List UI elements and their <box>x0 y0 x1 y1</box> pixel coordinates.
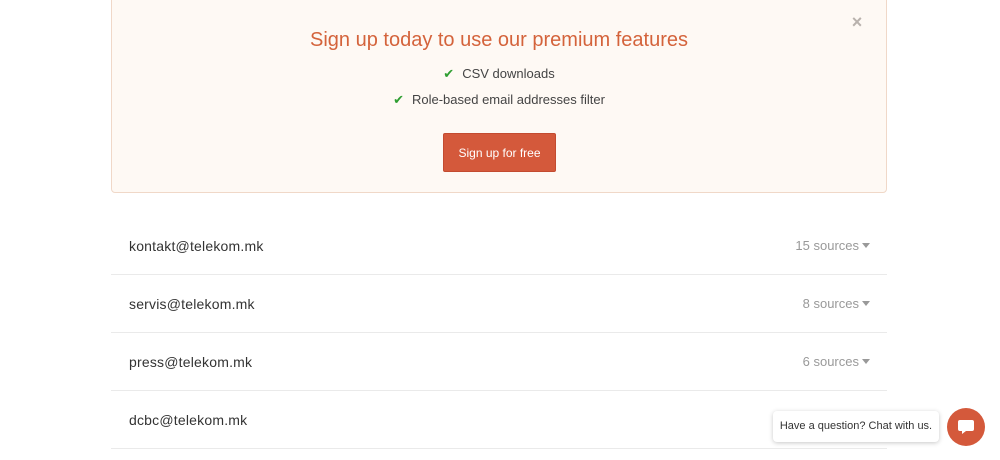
feature-label: CSV downloads <box>462 66 555 81</box>
caret-down-icon <box>862 301 870 306</box>
email-row: kontakt@telekom.mk 15 sources <box>111 217 887 275</box>
feature-label: Role-based email addresses filter <box>411 92 605 107</box>
feature-item: ✔ Role-based email addresses filter <box>112 91 886 117</box>
close-icon[interactable]: × <box>850 13 864 31</box>
chat-button[interactable] <box>947 408 985 446</box>
caret-down-icon <box>862 243 870 248</box>
sources-count: 8 sources <box>802 296 859 311</box>
email-row: dcbc@telekom.mk <box>111 391 887 449</box>
sources-toggle[interactable]: 6 sources <box>803 354 870 369</box>
sources-toggle[interactable]: 8 sources <box>803 296 870 311</box>
sources-count: 6 sources <box>802 354 859 369</box>
email-address: press@telekom.mk <box>129 353 253 370</box>
promo-title: Sign up today to use our premium feature… <box>310 29 688 51</box>
email-address: servis@telekom.mk <box>129 295 255 312</box>
email-address: kontakt@telekom.mk <box>129 237 264 254</box>
email-list: kontakt@telekom.mk 15 sources servis@tel… <box>111 217 887 449</box>
sources-count: 15 sources <box>795 238 859 253</box>
chat-prompt-bubble[interactable]: Have a question? Chat with us. <box>773 411 939 442</box>
feature-item: ✔ CSV downloads <box>112 65 886 91</box>
chat-icon <box>958 420 974 434</box>
caret-down-icon <box>862 359 870 364</box>
email-address: dcbc@telekom.mk <box>129 411 248 428</box>
sources-toggle[interactable]: 15 sources <box>795 238 870 253</box>
email-row: servis@telekom.mk 8 sources <box>111 275 887 333</box>
feature-list: ✔ CSV downloads ✔ Role-based email addre… <box>112 65 886 117</box>
email-row: press@telekom.mk 6 sources <box>111 333 887 391</box>
check-icon: ✔ <box>443 66 455 81</box>
sign-up-button[interactable]: Sign up for free <box>443 133 556 172</box>
check-icon: ✔ <box>393 92 404 107</box>
premium-promo-banner: Sign up today to use our premium feature… <box>111 0 887 193</box>
